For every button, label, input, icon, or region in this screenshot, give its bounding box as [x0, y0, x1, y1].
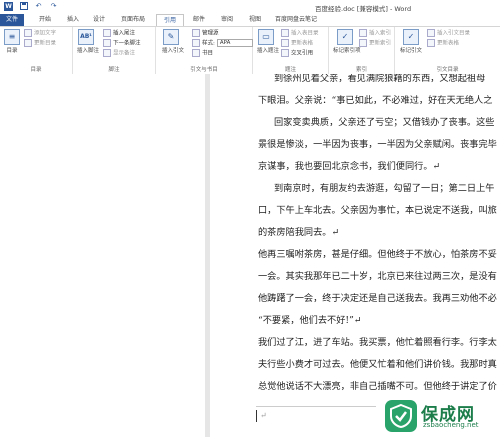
title-bar: W ↶ ↷ 百度经验.doc [兼容模式] - Word — [0, 0, 500, 14]
next-footnote-icon — [103, 39, 111, 47]
update-index-button[interactable]: 更新索引 — [359, 39, 391, 47]
cross-reference-icon — [281, 49, 289, 57]
add-text-button[interactable]: 添加文字 — [24, 29, 56, 37]
manage-sources-icon — [192, 29, 200, 37]
tab-baidu-cloud-notes[interactable]: 百度网盘云笔记 — [270, 14, 322, 26]
doc-line-15[interactable]: 总觉他说话不大漂亮，非自己插嘴不可。但他终于讲定了价 — [258, 378, 497, 392]
doc-line-1[interactable]: 到徐州见着父亲，看见满院狼藉的东西，又想起祖母 — [274, 74, 485, 84]
style-combo[interactable]: APA — [216, 39, 253, 47]
update-table-button[interactable]: 更新表格 — [281, 39, 313, 47]
update-toc-button[interactable]: 更新目录 — [24, 39, 56, 47]
ribbon-tabs: 文件 开始 插入 设计 页面布局 引用 邮件 审阅 视图 百度网盘云笔记 — [0, 14, 500, 26]
insert-footnote-button[interactable]: AB¹ 插入脚注 — [77, 29, 99, 54]
tab-home[interactable]: 开始 — [32, 14, 58, 26]
bibliography-icon — [192, 49, 200, 57]
refresh-icon — [359, 39, 367, 47]
style-icon — [192, 39, 200, 47]
insert-index-button[interactable]: 插入索引 — [359, 29, 391, 37]
group-captions: ▭ 插入题注 插入表目录 更新表格 交叉引用 题注 — [253, 27, 329, 74]
footnote-icon: AB¹ — [78, 29, 94, 45]
doc-line-11[interactable]: 他踌躇了一会，终于决定还是自己送我去。我再三劝他不必 — [258, 290, 497, 304]
shield-check-icon — [385, 400, 417, 432]
quick-access-toolbar: W ↶ ↷ — [4, 2, 58, 11]
tab-mailings[interactable]: 邮件 — [188, 14, 210, 26]
tab-page-layout[interactable]: 页面布局 — [116, 14, 150, 26]
text-cursor — [256, 410, 257, 422]
watermark-url: zsbaocheng.net — [423, 421, 479, 429]
mark-citation-button[interactable]: ✓ 标记引文 — [399, 29, 423, 54]
undo-icon[interactable]: ↶ — [34, 2, 43, 11]
update-authorities-button[interactable]: 更新表格 — [427, 39, 459, 47]
table-of-figures-icon — [281, 29, 289, 37]
doc-line-8[interactable]: 的茶房陪我同去。↵ — [258, 224, 339, 238]
toc-button[interactable]: ≡ 目录 — [3, 29, 21, 54]
doc-line-7[interactable]: 口，下午上车北去。父亲因为事忙，本已说定不送我，叫旅 — [258, 202, 497, 216]
doc-line-10[interactable]: 一会。其实我那年已二十岁，北京已来往过两三次，是没有 — [258, 268, 497, 282]
add-text-icon — [24, 29, 32, 37]
insert-citation-button[interactable]: ✎ 插入引文 — [162, 29, 184, 54]
refresh-icon — [281, 39, 289, 47]
doc-line-3[interactable]: 回家变卖典质，父亲还了亏空；又借钱办了丧事。这些 — [274, 114, 495, 128]
page-right[interactable]: 到徐州见着父亲，看见满院狼藉的东西，又想起祖母 下眼泪。父亲说：“事已如此，不必… — [210, 74, 500, 437]
watermark-logo: 保成网 zsbaocheng.net — [385, 400, 499, 436]
show-notes-icon — [103, 49, 111, 57]
insert-table-of-authorities-button[interactable]: 插入引文目录 — [427, 29, 470, 37]
doc-line-12[interactable]: “不要紧，他们去不好!”↵ — [258, 312, 361, 326]
footnote-separator — [256, 406, 376, 407]
word-app-icon[interactable]: W — [4, 2, 13, 11]
doc-line-2[interactable]: 下眼泪。父亲说：“事已如此，不必难过，好在天无绝人之 — [258, 92, 492, 106]
insert-caption-button[interactable]: ▭ 插入题注 — [257, 29, 279, 54]
tab-references[interactable]: 引用 — [156, 14, 184, 26]
cross-reference-button[interactable]: 交叉引用 — [281, 49, 313, 57]
redo-icon[interactable]: ↷ — [49, 2, 58, 11]
refresh-icon — [427, 39, 435, 47]
tab-insert[interactable]: 插入 — [62, 14, 84, 26]
next-footnote-button[interactable]: 下一条脚注 — [103, 39, 141, 47]
page-left[interactable] — [0, 74, 205, 437]
refresh-icon — [24, 39, 32, 47]
authorities-icon — [427, 29, 435, 37]
mark-entry-icon: ✓ — [337, 29, 353, 45]
tab-view[interactable]: 视图 — [244, 14, 266, 26]
citation-icon: ✎ — [163, 29, 179, 45]
index-icon — [359, 29, 367, 37]
tab-design[interactable]: 设计 — [88, 14, 110, 26]
mark-citation-icon: ✓ — [403, 29, 419, 45]
group-index: ✓ 标记索引项 插入索引 更新索引 索引 — [329, 27, 395, 74]
ribbon-references: ≡ 目录 添加文字 更新目录 目录 AB¹ 插入脚注 插入尾注 下一条脚注 显示… — [0, 26, 500, 75]
caption-icon: ▭ — [258, 29, 274, 45]
doc-line-5[interactable]: 京谋事，我也要回北京念书，我们便同行。↵ — [258, 158, 440, 172]
table-of-contents-icon: ≡ — [4, 29, 20, 45]
group-toc: ≡ 目录 添加文字 更新目录 目录 — [0, 27, 73, 74]
group-table-of-authorities: ✓ 标记引文 插入引文目录 更新表格 引文目录 — [399, 29, 471, 73]
doc-line-13[interactable]: 我们过了江，进了车站。我买票，他忙着照看行李。行李太 — [258, 334, 497, 348]
mark-entry-button[interactable]: ✓ 标记索引项 — [333, 29, 361, 54]
group-citations: ✎ 插入引文 管理源 样式: APA 书目 引文与书目 — [156, 27, 253, 74]
show-notes-button[interactable]: 显示备注 — [103, 49, 135, 57]
insert-table-of-figures-button[interactable]: 插入表目录 — [281, 29, 319, 37]
tab-file[interactable]: 文件 — [0, 14, 24, 26]
doc-line-4[interactable]: 景很是惨淡，一半因为丧事，一半因为父亲赋闲。丧事完毕 — [258, 136, 497, 150]
window-title: 百度经验.doc [兼容模式] - Word — [315, 5, 412, 13]
group-footnotes: AB¹ 插入脚注 插入尾注 下一条脚注 显示备注 脚注 — [73, 27, 156, 74]
endnote-icon — [103, 29, 111, 37]
footnote-mark: ↵ — [260, 411, 267, 420]
doc-line-9[interactable]: 他再三嘱咐茶房，甚是仔细。但他终于不放心，怕茶房不妥 — [258, 246, 497, 260]
citation-style-select[interactable]: 样式: APA — [192, 39, 253, 47]
bibliography-button[interactable]: 书目 — [192, 49, 213, 57]
document-area: 到徐州见着父亲，看见满院狼藉的东西，又想起祖母 下眼泪。父亲说：“事已如此，不必… — [0, 74, 500, 437]
doc-line-6[interactable]: 到南京时，有朋友约去游逛，勾留了一日；第二日上午 — [274, 180, 495, 194]
doc-line-14[interactable]: 夫行些小费才可过去。他便又忙着和他们讲价钱。我那时真 — [258, 356, 497, 370]
manage-sources-button[interactable]: 管理源 — [192, 29, 219, 37]
insert-endnote-button[interactable]: 插入尾注 — [103, 29, 135, 37]
save-icon[interactable] — [19, 2, 28, 11]
tab-review[interactable]: 审阅 — [216, 14, 238, 26]
